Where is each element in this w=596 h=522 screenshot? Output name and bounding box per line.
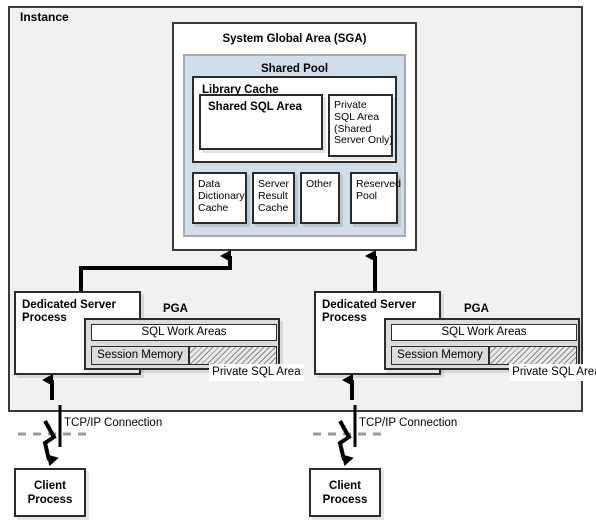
other-pool-box: Other [300,172,340,224]
session-memory-left: Session Memory [91,346,189,365]
reserved-pool-label: Reserved Pool [356,178,401,203]
private-sql-area-shared-server-box: Private SQL Area (Shared Server Only) [328,94,393,157]
pga-label-left: PGA [163,303,188,315]
data-dictionary-cache-box: Data Dictionary Cache [192,172,247,224]
shared-sql-area-box: Shared SQL Area [199,94,323,150]
tcp-ip-connection-label-right: TCP/IP Connection [359,417,458,429]
tcp-zigzag-arrow-right [337,420,354,467]
shared-pool-title: Shared Pool [260,63,329,75]
client-process-right: Client Process [309,468,381,517]
private-sql-area-right-label: Private SQL Area [509,364,596,381]
instance-label: Instance [20,10,69,24]
pga-container-left: SQL Work Areas Session Memory Private SQ… [84,318,304,381]
session-memory-right: Session Memory [391,346,489,365]
data-dictionary-cache-label: Data Dictionary Cache [198,178,245,215]
private-sql-area-right: Private SQL Area [489,346,596,381]
diagram-canvas: Instance System Global Area (SGA) Shared… [0,0,596,522]
sql-work-areas-right: SQL Work Areas [391,324,577,341]
tcp-ip-connection-label-left: TCP/IP Connection [64,417,163,429]
private-sql-area-shared-server-label: Private SQL Area (Shared Server Only) [334,99,393,147]
server-result-cache-label: Server Result Cache [258,178,289,215]
private-sql-area-left-label: Private SQL Area [209,364,304,381]
sga-title: System Global Area (SGA) [222,33,367,45]
pga-container-right: SQL Work Areas Session Memory Private SQ… [384,318,596,381]
other-pool-label: Other [306,178,333,190]
pga-label-right: PGA [464,303,489,315]
server-result-cache-box: Server Result Cache [252,172,295,224]
sql-work-areas-left: SQL Work Areas [91,324,277,341]
tcp-zigzag-arrow-left [42,420,59,467]
shared-sql-area-label: Shared SQL Area [208,101,302,113]
reserved-pool-box: Reserved Pool [350,172,401,224]
private-sql-area-left: Private SQL Area [189,346,304,381]
client-process-left: Client Process [14,468,86,517]
